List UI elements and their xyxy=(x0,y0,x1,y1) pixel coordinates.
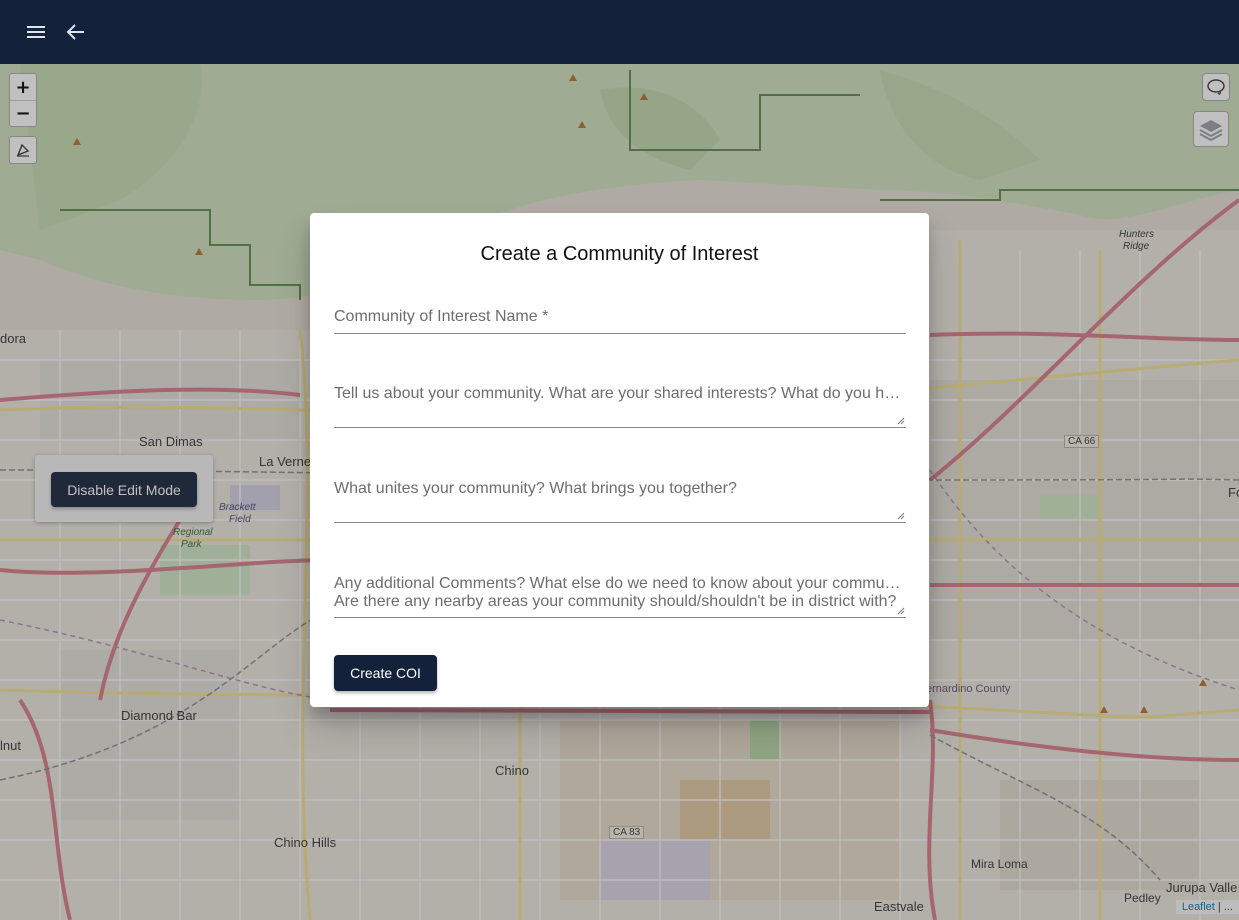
resize-grip-icon[interactable] xyxy=(897,512,905,520)
app-bar xyxy=(0,0,1239,64)
resize-grip-icon[interactable] xyxy=(897,417,905,425)
about-community-field[interactable]: Tell us about your community. What are y… xyxy=(334,385,906,428)
dialog-title: Create a Community of Interest xyxy=(480,243,759,265)
comments-placeholder-line1: Any additional Comments? What else do we… xyxy=(334,575,906,592)
unites-community-placeholder: What unites your community? What brings … xyxy=(334,480,737,497)
coi-name-placeholder: Community of Interest Name * xyxy=(334,308,549,325)
create-coi-button[interactable]: Create COI xyxy=(334,655,437,691)
about-community-placeholder: Tell us about your community. What are y… xyxy=(334,385,906,402)
comments-placeholder-line2: Are there any nearby areas your communit… xyxy=(334,593,897,610)
additional-comments-field[interactable]: Any additional Comments? What else do we… xyxy=(334,575,906,618)
arrow-back-icon[interactable] xyxy=(64,20,88,44)
resize-grip-icon[interactable] xyxy=(897,607,905,615)
create-coi-dialog: Create a Community of Interest Community… xyxy=(310,213,929,707)
hamburger-menu-icon[interactable] xyxy=(24,20,48,44)
unites-community-field[interactable]: What unites your community? What brings … xyxy=(334,480,906,523)
coi-name-field[interactable]: Community of Interest Name * xyxy=(334,308,906,334)
